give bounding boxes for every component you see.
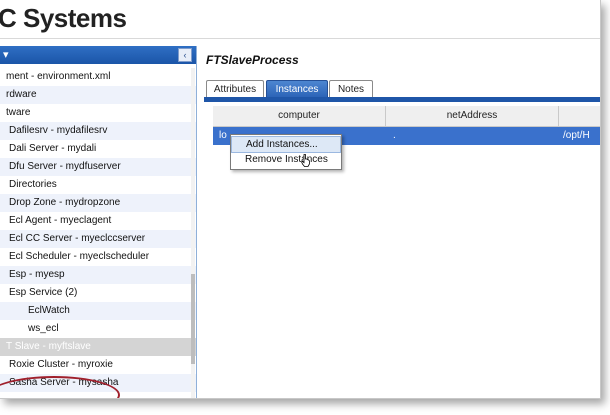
column-header-path[interactable]	[559, 106, 600, 126]
tree-item-label: Esp Service (2)	[9, 287, 78, 298]
tree-item-label: rdware	[6, 89, 37, 100]
cell-path: /opt/H	[563, 130, 590, 141]
detail-panel: FTSlaveProcess Attributes Instances Note…	[198, 46, 600, 398]
tree-item-label: Drop Zone - mydropzone	[9, 197, 121, 208]
tree-item[interactable]: Dali Server - mydali	[0, 140, 196, 158]
tree-item[interactable]: Ecl Scheduler - myeclscheduler	[0, 248, 196, 266]
tree-item-label: Ecl Scheduler - myeclscheduler	[9, 251, 150, 262]
tree-item-label: Ecl CC Server - myeclccserver	[9, 233, 146, 244]
process-title: FTSlaveProcess	[206, 53, 299, 67]
collapse-panel-button[interactable]: ‹	[178, 48, 192, 62]
tree-item[interactable]: Ecl Agent - myeclagent	[0, 212, 196, 230]
tab-strip	[204, 97, 600, 102]
tree-item[interactable]: Esp - myesp	[0, 266, 196, 284]
tree-item[interactable]: Esp Service (2)	[0, 284, 196, 302]
tree-item-label: EclWatch	[28, 305, 70, 316]
tree-item[interactable]: Dafilesrv - mydafilesrv	[0, 122, 196, 140]
tree-item-label: Dfu Server - mydfuserver	[9, 161, 121, 172]
tree-item-label: ws_ecl	[28, 323, 59, 334]
app-title: C Systems	[0, 3, 127, 33]
tree-item-label: T Slave - myftslave	[6, 341, 91, 352]
tree-item-label: ment - environment.xml	[6, 71, 111, 82]
tree-item[interactable]: rdware	[0, 86, 196, 104]
tree-item-label: tware	[6, 107, 31, 118]
menu-item-label: Add Instances...	[246, 139, 318, 150]
column-header-computer[interactable]: computer	[213, 106, 386, 126]
grid-header: computer netAddress	[213, 106, 600, 127]
tree-item-label: Dafilesrv - mydafilesrv	[9, 125, 108, 136]
tree-scrollbar-thumb[interactable]	[191, 274, 195, 364]
menu-item-add-instances[interactable]: Add Instances...	[231, 136, 341, 153]
tab-attributes[interactable]: Attributes	[206, 80, 264, 98]
tree-item-label: Ecl Agent - myeclagent	[9, 215, 112, 226]
tree-item-label: Dali Server - mydali	[9, 143, 97, 154]
navigator-panel: ▾ ‹ ment - environment.xml rdware tware Daf…	[0, 46, 197, 398]
tree-item[interactable]: ment - environment.xml	[0, 68, 196, 86]
tree-item-label: Esp - myesp	[9, 269, 65, 280]
tree-item[interactable]: T Slave - myftslave	[0, 338, 196, 356]
tree-item[interactable]: Drop Zone - mydropzone	[0, 194, 196, 212]
menu-item-remove-instances[interactable]: Remove Instances	[231, 152, 341, 167]
tab-instances[interactable]: Instances	[266, 80, 328, 98]
navigator-grip-icon: ▾	[3, 49, 9, 61]
tree-item[interactable]: Dfu Server - mydfuserver	[0, 158, 196, 176]
menu-item-label: Remove Instances	[245, 154, 328, 165]
tab-notes[interactable]: Notes	[329, 80, 373, 98]
navigator-header: ▾ ‹	[0, 46, 196, 64]
cell-netaddress: .	[393, 130, 396, 141]
context-menu: Add Instances... Remove Instances	[230, 134, 342, 170]
tree-item[interactable]: Roxie Cluster - myroxie	[0, 356, 196, 374]
tree-item-label: Directories	[9, 179, 57, 190]
app-header: C Systems	[0, 0, 600, 39]
hand-pointer-icon	[301, 154, 310, 167]
column-header-netaddress[interactable]: netAddress	[386, 106, 559, 126]
tree-item[interactable]: Ecl CC Server - myeclccserver	[0, 230, 196, 248]
tree-item[interactable]: ws_ecl	[0, 320, 196, 338]
tree-item[interactable]: EclWatch	[0, 302, 196, 320]
environment-tree: ment - environment.xml rdware tware Dafiles…	[0, 68, 196, 392]
application-window: C Systems ▾ ‹ ment - environment.xml rdwa…	[0, 0, 601, 399]
tree-item-label: Roxie Cluster - myroxie	[9, 359, 113, 370]
tree-item[interactable]: Directories	[0, 176, 196, 194]
cell-computer: lo	[219, 130, 227, 141]
tree-item[interactable]: tware	[0, 104, 196, 122]
